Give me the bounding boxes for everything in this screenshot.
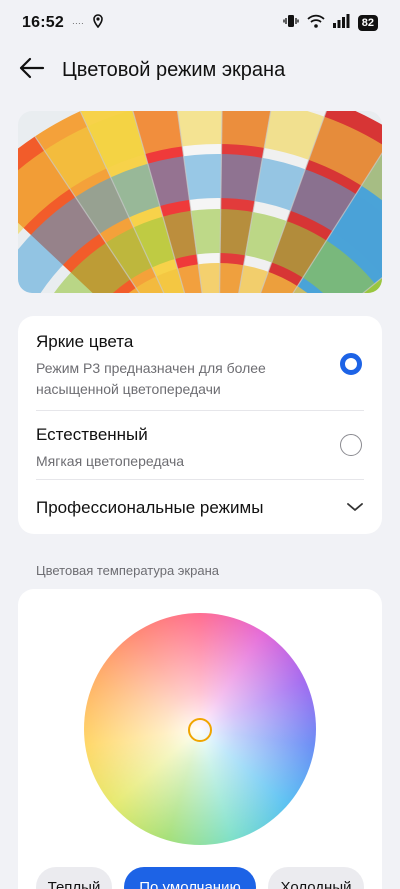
radio-vivid-selected[interactable] — [340, 353, 362, 375]
cold-button[interactable]: Холодный — [268, 867, 364, 889]
page-title: Цветовой режим экрана — [62, 58, 286, 81]
option-vivid[interactable]: Яркие цвета Режим P3 предназначен для бо… — [18, 316, 382, 410]
battery-icon: 82 — [357, 15, 378, 31]
status-time: 16:52 — [22, 14, 64, 31]
option-natural-title: Естественный — [36, 425, 148, 444]
temperature-card: Теплый По умолчанию Холодный — [18, 589, 382, 889]
color-mode-card: Яркие цвета Режим P3 предназначен для бо… — [18, 316, 382, 534]
option-natural[interactable]: Естественный Мягкая цветопередача — [18, 411, 382, 479]
option-natural-desc: Мягкая цветопередача — [36, 453, 185, 469]
preview-image — [18, 111, 382, 293]
option-vivid-desc-line1: Режим P3 предназначен для более — [36, 360, 266, 376]
chevron-down-icon — [346, 500, 364, 518]
option-professional-title: Профессиональные режимы — [36, 498, 264, 517]
option-vivid-desc-line2: насыщенной цветопередачи — [36, 381, 221, 397]
warm-button[interactable]: Теплый — [36, 867, 112, 889]
notification-dots: ···· — [71, 18, 84, 28]
color-wheel-knob[interactable] — [188, 718, 212, 742]
default-button[interactable]: По умолчанию — [124, 867, 256, 889]
signal-icon — [332, 13, 350, 33]
option-vivid-title: Яркие цвета — [36, 332, 134, 351]
status-bar: 16:52 ···· 82 — [0, 0, 400, 46]
vibrate-icon — [283, 13, 299, 34]
location-icon — [92, 13, 104, 33]
status-left: 16:52 ···· — [22, 13, 104, 33]
status-right: 82 — [283, 13, 378, 34]
header: Цветовой режим экрана — [0, 46, 400, 94]
back-arrow-icon — [19, 57, 45, 84]
radio-natural[interactable] — [340, 434, 362, 456]
section-label-temperature: Цветовая температура экрана — [36, 563, 219, 578]
back-button[interactable] — [12, 50, 52, 90]
option-professional[interactable]: Профессиональные режимы — [18, 480, 382, 534]
wifi-icon — [307, 14, 325, 33]
